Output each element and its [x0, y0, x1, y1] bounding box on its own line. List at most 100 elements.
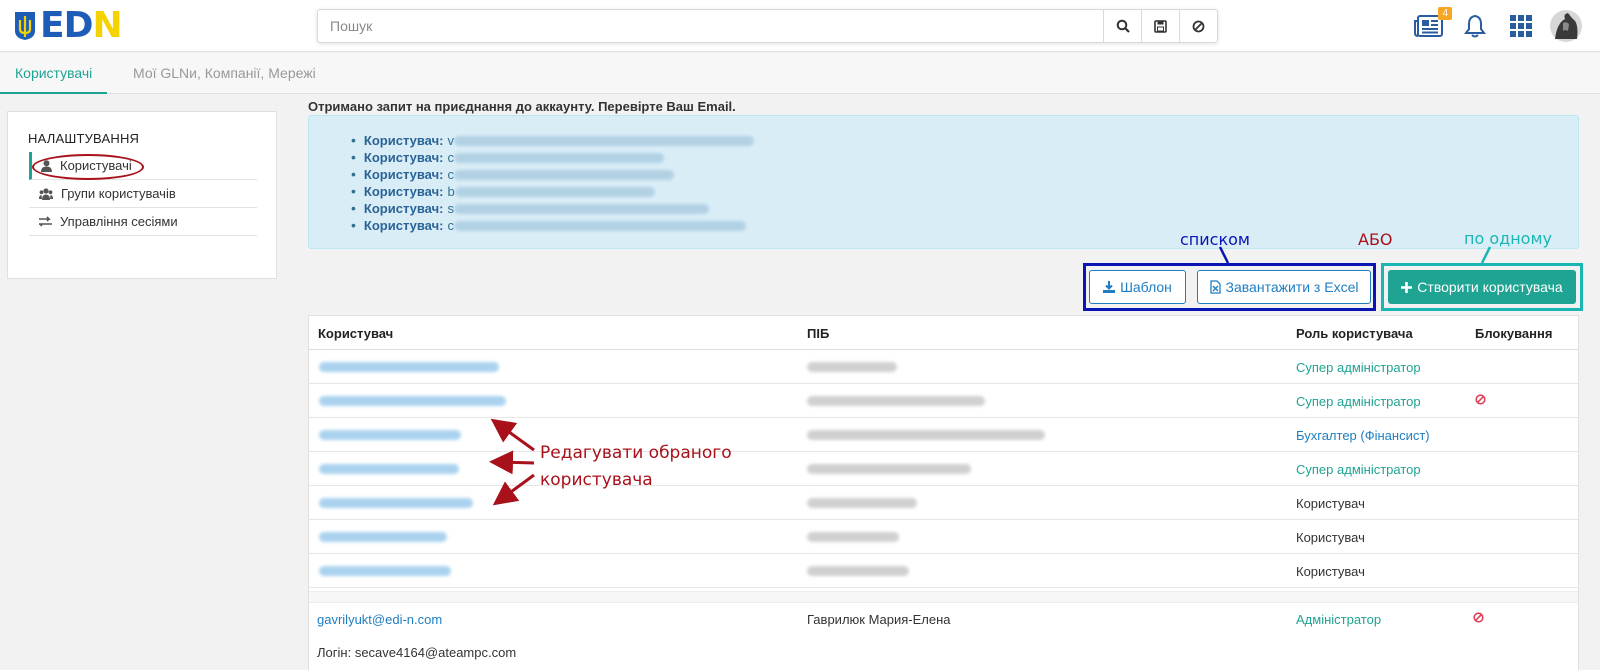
plus-icon: [1401, 281, 1413, 293]
blocked-icon: [1475, 394, 1486, 405]
blurred-user-link[interactable]: [319, 464, 459, 474]
blurred-user-link[interactable]: [319, 566, 451, 576]
blurred-text: [454, 186, 655, 197]
list-item-prefix: s: [447, 201, 454, 216]
save-icon: [1154, 19, 1167, 33]
clear-search-button[interactable]: [1179, 10, 1217, 42]
excel-import-button[interactable]: Завантажити з Excel: [1197, 270, 1371, 304]
settings-sidebar: НАЛАШТУВАННЯ Користувачі Групи користува…: [7, 111, 277, 279]
download-icon: [1103, 281, 1116, 293]
apps-grid-icon: [1510, 15, 1532, 37]
role-cell: Супер адміністратор: [1296, 394, 1421, 409]
role-cell: Користувач: [1296, 496, 1365, 511]
blurred-user-link[interactable]: [319, 532, 447, 542]
table-row[interactable]: Супер адміністратор: [309, 350, 1578, 384]
blurred-full-name: [807, 498, 917, 508]
sidebar-title: НАЛАШТУВАННЯ: [28, 131, 140, 146]
list-item: Користувач:v: [351, 132, 754, 149]
list-item: Користувач:c: [351, 166, 754, 183]
user-email-link[interactable]: gavrilyukt@edi-n.com: [317, 612, 442, 627]
column-header-full-name[interactable]: ПІБ: [807, 326, 829, 341]
blurred-user-link[interactable]: [319, 430, 461, 440]
full-name-cell: Гаврилюк Мария-Елена: [807, 612, 951, 627]
column-header-user[interactable]: Користувач: [318, 326, 393, 341]
blurred-user-link[interactable]: [319, 396, 506, 406]
sidebar-item-label: Управління сесіями: [60, 214, 178, 229]
create-user-button-label: Створити користувача: [1417, 279, 1563, 295]
role-cell: Бухгалтер (Фінансист): [1296, 428, 1430, 443]
top-bar: EDN 4: [0, 0, 1600, 52]
avatar: [1550, 10, 1582, 42]
sidebar-item-users[interactable]: Користувачі: [29, 152, 257, 180]
list-item: Користувач:c: [351, 217, 754, 234]
join-request-notice-title: Отримано запит на приєднання до аккаунту…: [308, 99, 736, 114]
table-row[interactable]: Користувач: [309, 554, 1578, 588]
blurred-user-link[interactable]: [319, 362, 499, 372]
role-cell: Супер адміністратор: [1296, 360, 1421, 375]
login-label: Логін:: [317, 645, 352, 660]
news-count-badge: 4: [1438, 7, 1452, 20]
list-item-prefix: c: [447, 150, 454, 165]
search-input[interactable]: [318, 10, 1103, 42]
user-avatar-button[interactable]: [1548, 10, 1584, 42]
join-request-notice: Користувач:v Користувач:c Користувач:c К…: [308, 115, 1579, 249]
list-item-prefix: c: [447, 218, 454, 233]
list-item-prefix: c: [447, 167, 454, 182]
table-row[interactable]: Супер адміністратор: [309, 384, 1578, 418]
sidebar-item-user-groups[interactable]: Групи користувачів: [29, 180, 257, 208]
exchange-icon: [39, 216, 52, 227]
list-item: Користувач:s: [351, 200, 754, 217]
column-header-blocking[interactable]: Блокування: [1475, 326, 1552, 341]
list-item: Користувач:c: [351, 149, 754, 166]
blocked-icon: [1473, 612, 1484, 623]
apps-button[interactable]: [1506, 10, 1536, 42]
list-item-label: Користувач:: [363, 184, 444, 199]
role-cell: Користувач: [1296, 564, 1365, 579]
sidebar-item-sessions[interactable]: Управління сесіями: [29, 208, 257, 236]
screenshot-cut-divider: [309, 591, 1578, 603]
template-button[interactable]: Шаблон: [1089, 270, 1186, 304]
edin-logo[interactable]: EDN: [14, 5, 123, 46]
column-header-role[interactable]: Роль користувача: [1296, 326, 1413, 341]
list-item-label: Користувач:: [363, 150, 444, 165]
save-search-button[interactable]: [1141, 10, 1179, 42]
notifications-button[interactable]: [1460, 10, 1490, 42]
edit-hint-text: Редагувати обраного користувача: [540, 440, 732, 494]
blurred-full-name: [807, 566, 909, 576]
list-item: Користувач:b: [351, 183, 754, 200]
excel-file-icon: [1209, 280, 1221, 294]
excel-import-button-label: Завантажити з Excel: [1225, 279, 1359, 295]
clear-icon: [1192, 20, 1205, 32]
table-header: Користувач ПІБ Роль користувача Блокуван…: [309, 316, 1578, 350]
trident-shield-icon: [15, 12, 35, 40]
tab-glns-companies-networks[interactable]: Мої GLNи, Компанії, Мережі: [118, 53, 331, 94]
sidebar-item-label: Групи користувачів: [61, 186, 176, 201]
news-button[interactable]: 4: [1412, 7, 1452, 42]
blurred-full-name: [807, 362, 897, 372]
pending-users-list: Користувач:v Користувач:c Користувач:c К…: [351, 132, 754, 234]
blurred-user-link[interactable]: [319, 498, 473, 508]
blurred-full-name: [807, 430, 1045, 440]
users-icon: [39, 187, 53, 200]
blurred-full-name: [807, 532, 899, 542]
list-item-label: Користувач:: [363, 167, 444, 182]
blurred-text: [453, 220, 746, 231]
login-value: secave4164@ateampc.com: [354, 645, 517, 660]
table-row[interactable]: Користувач: [309, 520, 1578, 554]
user-icon: [41, 159, 52, 172]
blurred-text: [453, 169, 674, 180]
role-cell: Адміністратор: [1296, 612, 1382, 627]
list-item-label: Користувач:: [363, 218, 444, 233]
create-user-button[interactable]: Створити користувача: [1388, 270, 1576, 304]
tab-users[interactable]: Користувачі: [0, 53, 108, 94]
edit-hint-line1: Редагувати обраного: [540, 443, 732, 463]
logo-text: EDN: [40, 5, 123, 46]
search-bar: [317, 9, 1218, 43]
bell-icon: [1464, 14, 1486, 38]
blurred-text: [453, 152, 664, 163]
role-cell: Користувач: [1296, 530, 1365, 545]
blurred-full-name: [807, 396, 985, 406]
search-button[interactable]: [1103, 10, 1141, 42]
blurred-full-name: [807, 464, 971, 474]
table-row[interactable]: gavrilyukt@edi-n.com Гаврилюк Мария-Елен…: [309, 603, 1578, 670]
